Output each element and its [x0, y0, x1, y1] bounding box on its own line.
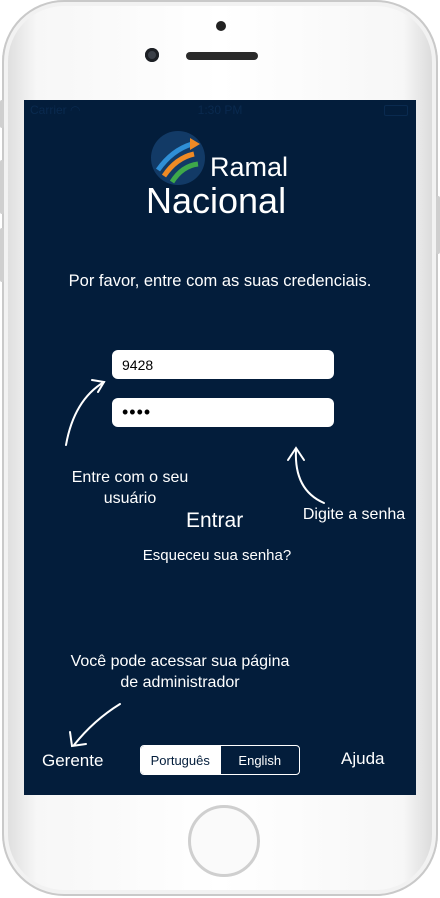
power-button — [436, 196, 440, 254]
forgot-password-link[interactable]: Esqueceu sua senha? — [24, 547, 410, 564]
brand-name-line2: Nacional — [146, 180, 287, 221]
username-arrowhead-icon — [91, 379, 106, 393]
password-hint: Digite a senha — [302, 506, 406, 523]
phone-frame: Carrier ◠ 1:30 PM Ramal Nacional Por fav… — [0, 0, 440, 896]
password-field[interactable]: •••• — [112, 398, 334, 427]
status-time: 1:30 PM — [197, 103, 243, 117]
help-button[interactable]: Ajuda — [341, 749, 384, 769]
login-button[interactable]: Entrar — [186, 509, 243, 533]
brand-name-line1: Ramal — [210, 152, 289, 182]
proximity-sensor — [216, 21, 226, 31]
app-screen: Carrier ◠ 1:30 PM Ramal Nacional Por fav… — [24, 100, 416, 795]
mute-switch — [0, 100, 4, 128]
username-arrow-icon — [65, 381, 105, 446]
username-field[interactable] — [112, 350, 334, 379]
camera-icon — [145, 48, 159, 62]
manager-button[interactable]: Gerente — [42, 751, 103, 771]
password-arrowhead-icon — [287, 446, 305, 461]
password-arrow-icon — [294, 449, 325, 504]
battery-icon — [384, 105, 408, 116]
admin-hint: Você pode acessar sua página de administ… — [70, 653, 290, 691]
language-option-portugues[interactable]: Português — [141, 746, 220, 774]
status-bar: Carrier ◠ 1:30 PM — [24, 100, 416, 120]
earpiece-speaker — [186, 52, 258, 60]
volume-up-button — [0, 160, 4, 214]
volume-down-button — [0, 228, 4, 282]
home-button[interactable] — [188, 805, 260, 877]
username-hint: Entre com o seu usuário — [71, 469, 189, 507]
language-selector[interactable]: Português English — [140, 745, 300, 775]
language-option-english[interactable]: English — [219, 746, 300, 774]
ramal-nacional-logo-icon — [151, 131, 205, 185]
credentials-prompt: Por favor, entre com as suas credenciais… — [68, 272, 372, 290]
admin-arrow-icon — [73, 703, 121, 746]
admin-arrowhead-icon — [69, 731, 87, 748]
